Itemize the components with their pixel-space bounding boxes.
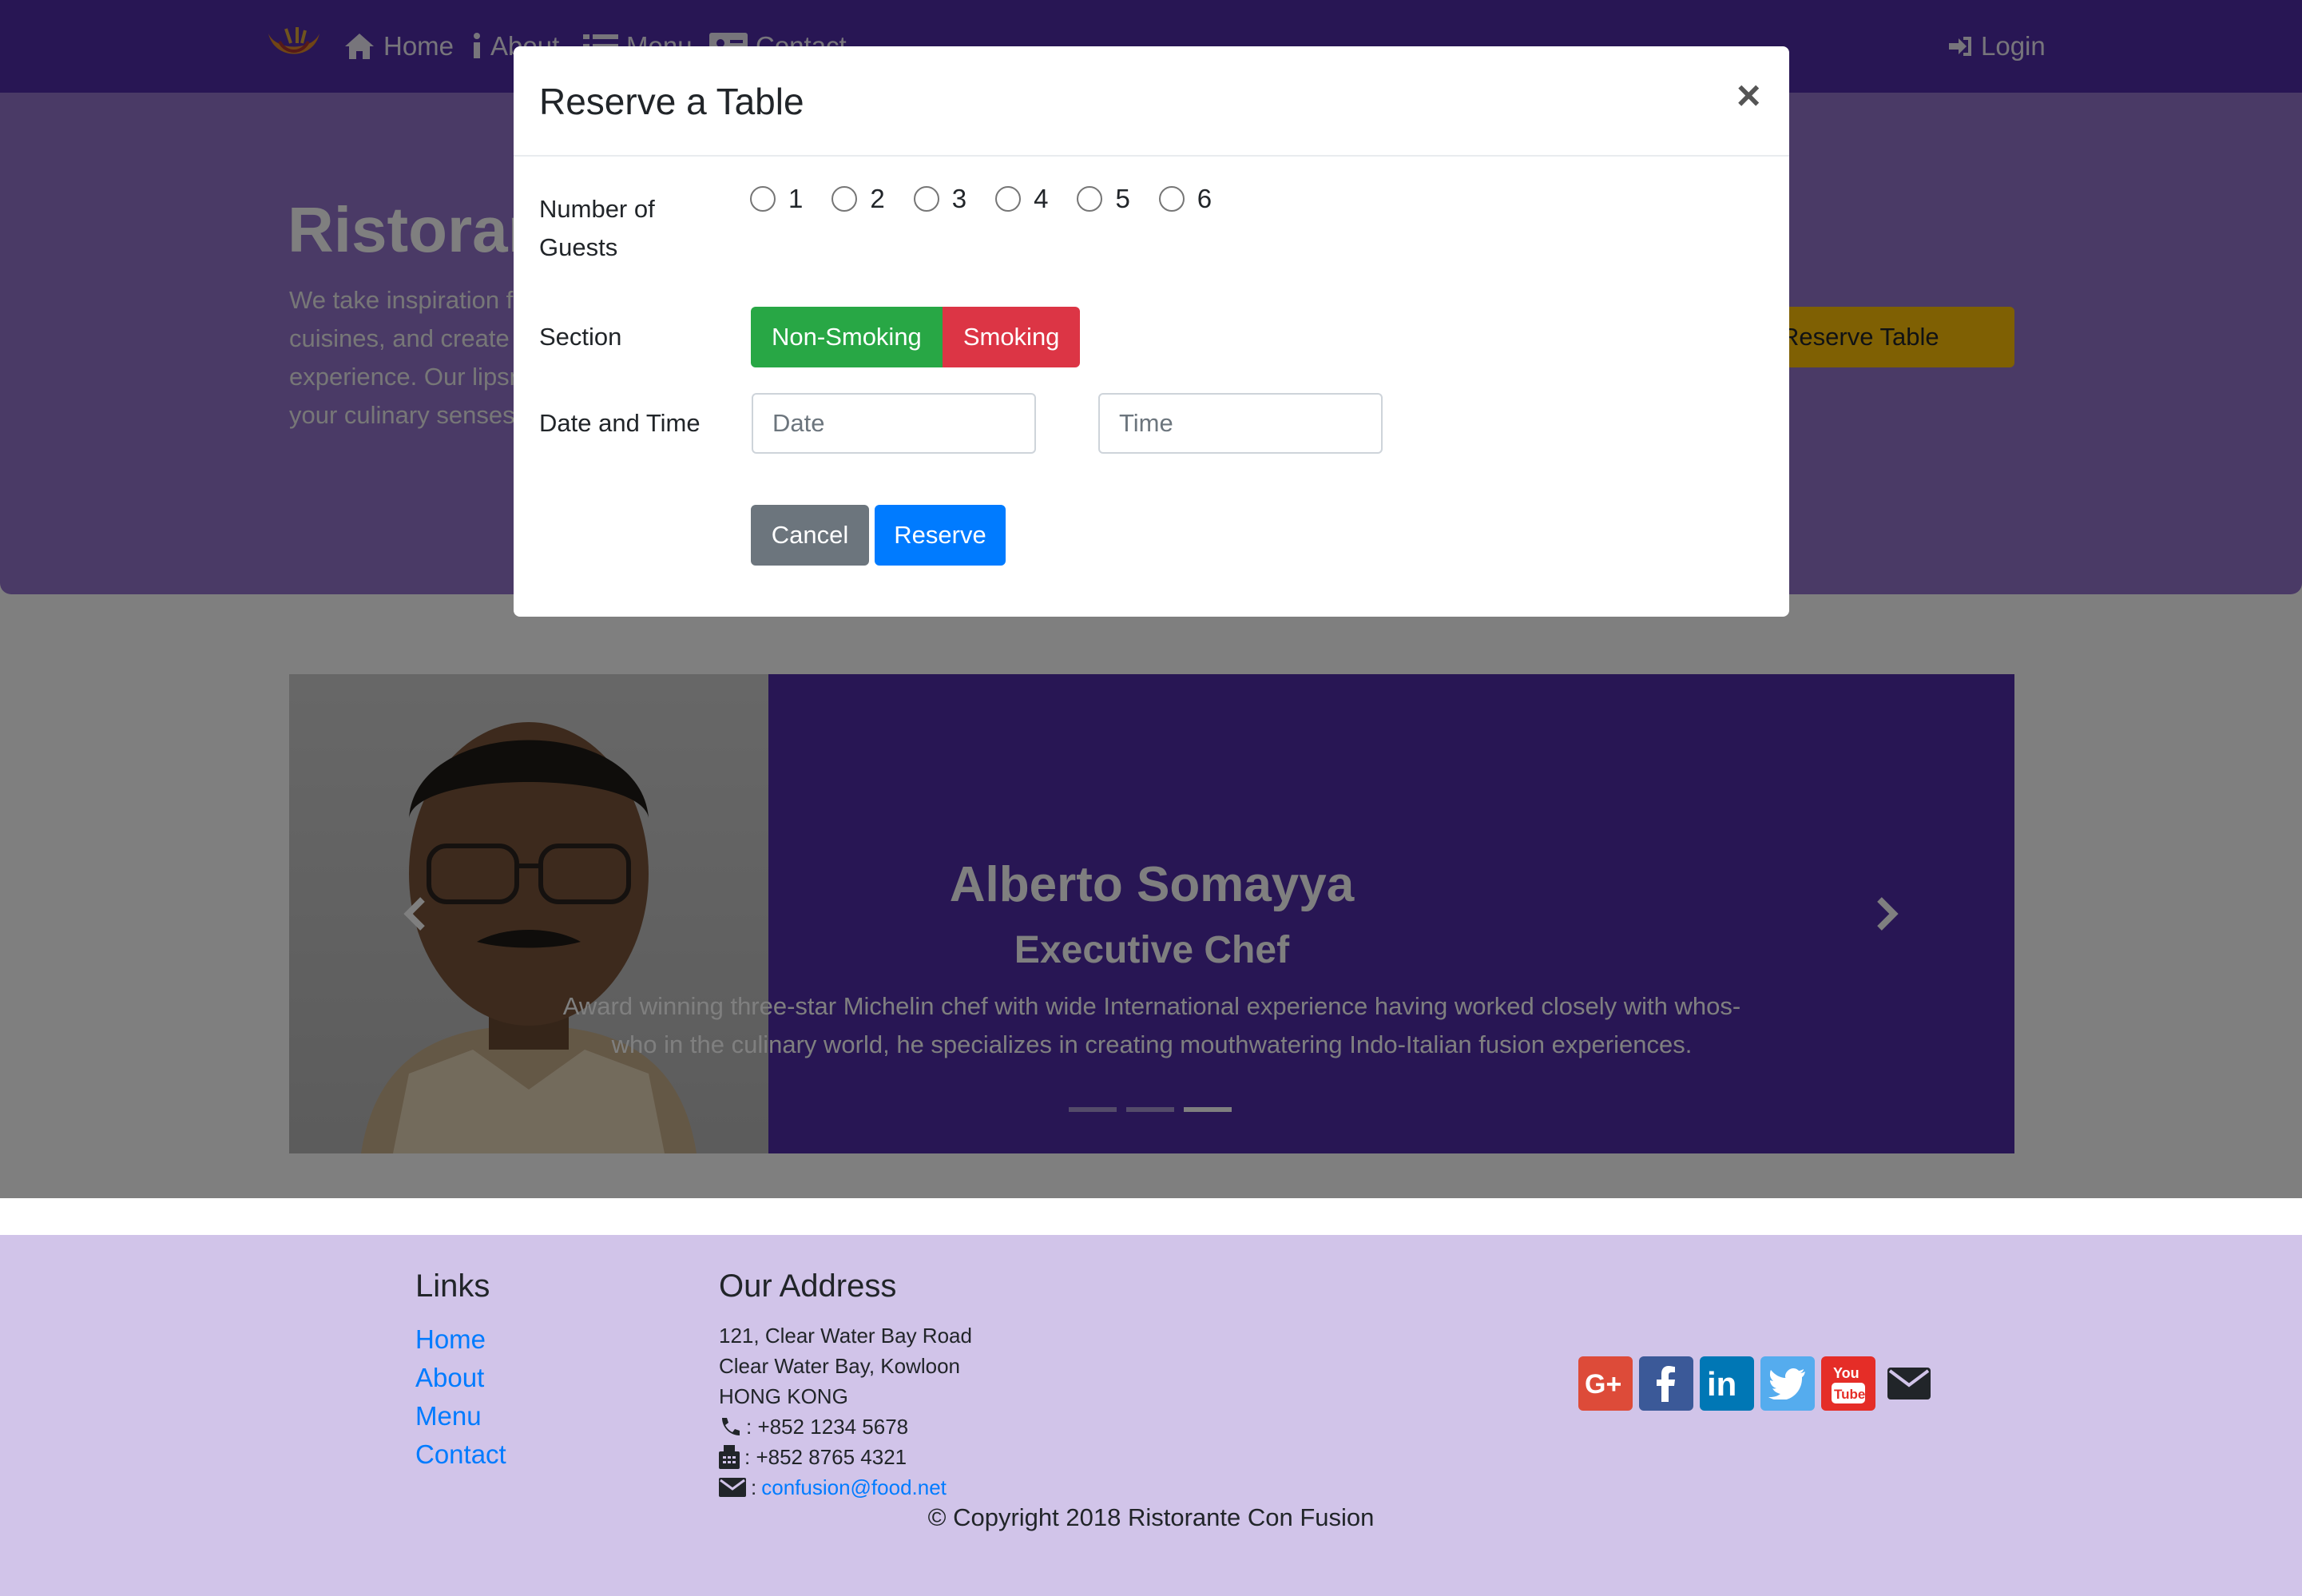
guest-option-label: 3	[951, 184, 967, 213]
non-smoking-button[interactable]: Non-Smoking	[751, 307, 943, 367]
guest-option-4[interactable]: 4	[995, 184, 1048, 214]
modal-header: Reserve a Table ×	[514, 46, 1789, 157]
envelope-icon[interactable]	[1882, 1356, 1936, 1411]
social-links: G+ in You Tube	[1578, 1356, 1936, 1411]
email-link[interactable]: confusion@food.net	[761, 1472, 947, 1503]
footer-link-about[interactable]: About	[415, 1359, 506, 1397]
section-label: Section	[539, 323, 622, 351]
twitter-icon[interactable]	[1760, 1356, 1815, 1411]
datetime-label: Date and Time	[539, 409, 701, 437]
radio-button[interactable]	[913, 186, 939, 212]
smoking-button[interactable]: Smoking	[942, 307, 1081, 367]
fax-number: : +852 8765 4321	[744, 1445, 907, 1469]
linkedin-icon[interactable]: in	[1700, 1356, 1754, 1411]
address-line: HONG KONG	[719, 1384, 848, 1408]
guest-option-label: 2	[870, 184, 885, 213]
footer-links-title: Links	[415, 1268, 490, 1304]
guest-option-label: 4	[1034, 184, 1049, 213]
time-input[interactable]: Time	[1098, 393, 1383, 454]
footer-address-title: Our Address	[719, 1268, 897, 1304]
footer-address: Our Address 121, Clear Water Bay Road Cl…	[719, 1268, 972, 1503]
copyright: © Copyright 2018 Ristorante Con Fusion	[927, 1503, 1375, 1531]
cancel-button[interactable]: Cancel	[751, 505, 869, 566]
footer: Links Home About Menu Contact Our Addres…	[0, 1235, 2302, 1596]
fax-icon	[719, 1445, 740, 1469]
date-input[interactable]: Date	[752, 393, 1036, 454]
radio-button[interactable]	[1077, 186, 1103, 212]
guest-option-1[interactable]: 1	[750, 184, 803, 214]
radio-button[interactable]	[995, 186, 1022, 212]
phone-number: : +852 1234 5678	[746, 1415, 909, 1439]
svg-text:You: You	[1833, 1365, 1859, 1381]
footer-links: Links Home About Menu Contact	[415, 1268, 506, 1474]
reserve-table-modal: Reserve a Table × Number of Guests 1 2 3…	[514, 46, 1789, 617]
envelope-icon	[719, 1478, 746, 1497]
guest-option-label: 6	[1197, 184, 1213, 213]
guest-option-3[interactable]: 3	[913, 184, 967, 214]
guests-radio-group: 1 2 3 4 5 6	[750, 184, 1212, 214]
youtube-icon[interactable]: You Tube	[1821, 1356, 1875, 1411]
svg-text:G+: G+	[1585, 1369, 1621, 1399]
facebook-icon[interactable]	[1639, 1356, 1693, 1411]
google-plus-icon[interactable]: G+	[1578, 1356, 1633, 1411]
address-line: Clear Water Bay, Kowloon	[719, 1354, 961, 1378]
radio-button[interactable]	[831, 186, 858, 212]
radio-button[interactable]	[1158, 186, 1185, 212]
footer-link-menu[interactable]: Menu	[415, 1397, 506, 1435]
guest-option-2[interactable]: 2	[831, 184, 885, 214]
modal-title: Reserve a Table	[539, 81, 804, 122]
footer-link-home[interactable]: Home	[415, 1320, 506, 1359]
radio-button[interactable]	[750, 186, 776, 212]
guest-option-5[interactable]: 5	[1077, 184, 1130, 214]
email-line: : confusion@food.net	[719, 1472, 972, 1503]
guest-option-label: 1	[788, 184, 804, 213]
phone-icon	[722, 1418, 740, 1435]
section-toggle-group: Non-Smoking Smoking	[751, 307, 1081, 367]
close-icon[interactable]: ×	[1736, 75, 1760, 117]
fax-line: : +852 8765 4321	[719, 1442, 972, 1472]
guest-option-label: 5	[1115, 184, 1130, 213]
address-line: 121, Clear Water Bay Road	[719, 1324, 972, 1348]
email-prefix: :	[751, 1475, 757, 1499]
guest-option-6[interactable]: 6	[1158, 184, 1213, 214]
svg-text:in: in	[1707, 1367, 1736, 1400]
phone-line: : +852 1234 5678	[719, 1411, 972, 1442]
svg-text:Tube: Tube	[1834, 1387, 1865, 1402]
reserve-button[interactable]: Reserve	[875, 505, 1006, 566]
footer-link-contact[interactable]: Contact	[415, 1435, 506, 1474]
guests-label: Number of Guests	[539, 195, 655, 261]
